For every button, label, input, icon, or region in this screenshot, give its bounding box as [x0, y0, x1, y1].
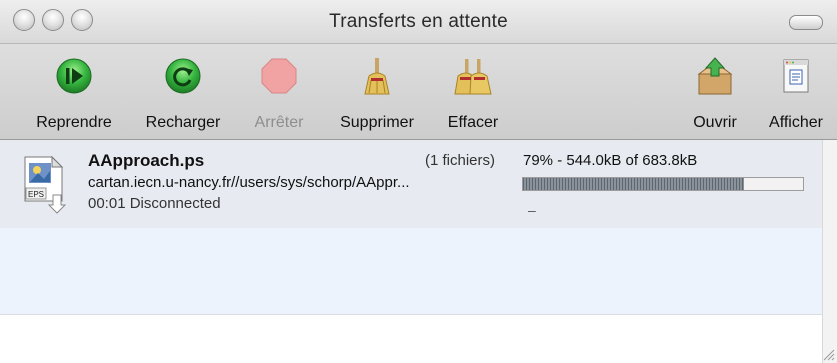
- progress-text: 79% - 544.0kB of 683.8kB: [523, 152, 698, 169]
- double-broom-icon: [454, 59, 492, 95]
- progress-fill: [523, 178, 745, 190]
- resume-label: Reprendre: [36, 114, 112, 131]
- clear-label: Effacer: [447, 114, 499, 131]
- stop-icon: [261, 58, 297, 94]
- progress-bar: [522, 177, 804, 191]
- file-url: cartan.iecn.u-nancy.fr//users/sys/schorp…: [88, 174, 410, 191]
- show-document-icon: [783, 59, 809, 93]
- transfers-window: Transferts en attente Reprendre Recharge…: [0, 0, 837, 363]
- stop-button[interactable]: Arrêter: [240, 44, 318, 139]
- transfer-list[interactable]: EPS AApproach.ps (1 fichiers) cartan.iec…: [0, 140, 823, 363]
- title-bar[interactable]: Transferts en attente: [0, 0, 837, 44]
- transfer-row[interactable]: EPS AApproach.ps (1 fichiers) cartan.iec…: [0, 140, 823, 228]
- reload-label: Recharger: [145, 114, 221, 131]
- open-label: Ouvrir: [693, 114, 737, 131]
- delete-label: Supprimer: [340, 114, 414, 131]
- resize-grip-icon[interactable]: [821, 347, 835, 361]
- sub-status: –: [528, 202, 536, 218]
- open-box-icon: [697, 57, 733, 95]
- toolbar: Reprendre Recharger Arrêter Supprimer Ef…: [0, 44, 837, 140]
- show-button[interactable]: Afficher: [757, 44, 835, 139]
- show-label: Afficher: [769, 114, 823, 131]
- eps-file-icon: EPS: [24, 155, 66, 214]
- toolbar-toggle-button[interactable]: [789, 15, 823, 30]
- eps-icon-label: EPS: [28, 190, 44, 199]
- file-count: (1 fichiers): [425, 152, 496, 169]
- broom-icon: [364, 58, 390, 95]
- window-title: Transferts en attente: [329, 11, 508, 32]
- empty-row: [0, 228, 823, 315]
- resume-icon: [56, 58, 92, 94]
- clear-button[interactable]: Effacer: [434, 44, 512, 139]
- transfer-status: 00:01 Disconnected: [88, 195, 221, 212]
- reload-icon: [165, 58, 201, 94]
- vertical-scrollbar[interactable]: [822, 140, 837, 363]
- open-button[interactable]: Ouvrir: [680, 44, 750, 139]
- delete-button[interactable]: Supprimer: [326, 44, 428, 139]
- file-name: AApproach.ps: [88, 151, 205, 170]
- stop-label: Arrêter: [254, 114, 304, 131]
- reload-button[interactable]: Recharger: [136, 44, 230, 139]
- resume-button[interactable]: Reprendre: [24, 44, 124, 139]
